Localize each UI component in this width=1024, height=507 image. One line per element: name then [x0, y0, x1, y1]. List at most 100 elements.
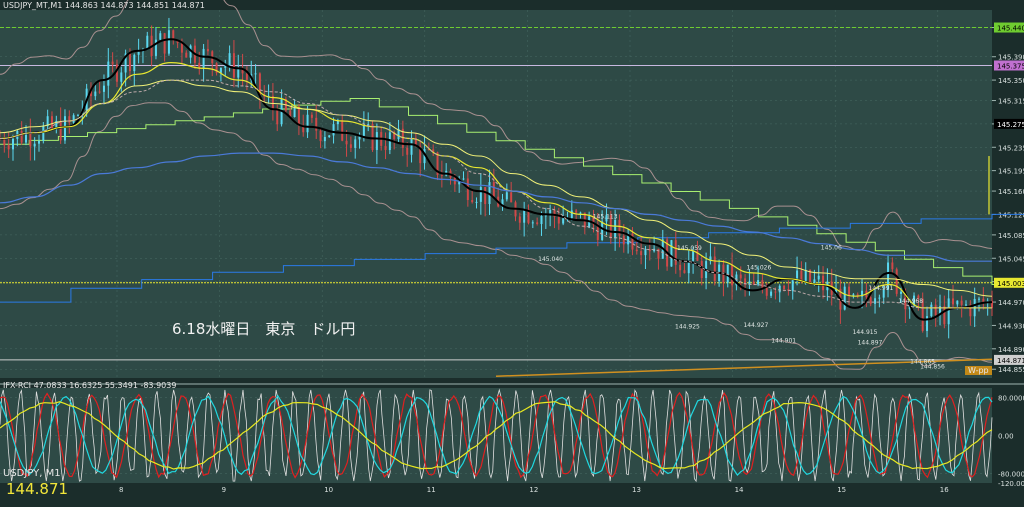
candle-body	[878, 297, 881, 299]
candle-body	[692, 251, 695, 261]
price-tag-label: 145.440	[997, 25, 1024, 33]
candle-body	[540, 216, 543, 225]
candle-body	[800, 270, 803, 282]
candle-body	[791, 279, 794, 291]
candle-body	[228, 53, 231, 66]
candle-body	[757, 280, 760, 285]
candle-body	[683, 270, 686, 274]
price-point-label: 145.059	[677, 245, 702, 252]
price-point-label: 145.026	[746, 264, 771, 271]
candle-body	[726, 264, 729, 283]
symbol-label: USDJPY, M1	[3, 468, 61, 479]
candle-body	[544, 215, 547, 217]
candle-body	[37, 140, 40, 144]
candle-body	[947, 298, 950, 325]
y-tick-label: 145.085	[998, 232, 1024, 240]
candle-body	[965, 304, 968, 306]
candle-body	[895, 269, 898, 294]
candle-body	[137, 51, 140, 55]
candle-body	[484, 187, 487, 205]
candle-body	[900, 291, 903, 294]
price-point-label: 144.968	[898, 298, 923, 305]
x-tick-label: 15	[837, 486, 846, 494]
candle-body	[29, 132, 32, 147]
price-tag-label: 145.003	[997, 280, 1024, 288]
candle-body	[332, 124, 335, 136]
candle-body	[891, 262, 894, 270]
candle-body	[219, 67, 222, 73]
rci-y-tick-label: 80.0000	[998, 395, 1024, 403]
candle-body	[362, 125, 365, 136]
candle-body	[774, 291, 777, 293]
y-tick-label: 145.120	[998, 211, 1024, 219]
y-tick-label: 145.350	[998, 77, 1024, 85]
last-price: 144.871	[6, 480, 69, 498]
candle-body	[765, 287, 768, 296]
candle-body	[770, 291, 773, 296]
candle-body	[163, 33, 166, 54]
candle-body	[570, 210, 573, 218]
candle-body	[202, 48, 205, 69]
candle-body	[50, 116, 53, 129]
candle-body	[354, 139, 357, 148]
candle-body	[670, 240, 673, 267]
candle-body	[98, 91, 101, 93]
y-tick-label: 145.315	[998, 98, 1024, 106]
candle-body	[874, 298, 877, 304]
candle-body	[557, 216, 560, 224]
candle-body	[33, 143, 36, 147]
price-point-label: 144.991	[868, 285, 893, 292]
y-tick-label: 144.970	[998, 299, 1024, 307]
candle-body	[440, 174, 443, 176]
candle-body	[713, 256, 716, 282]
candle-body	[159, 33, 162, 40]
candle-body	[410, 138, 413, 155]
rci-y-tick-label: 0.00	[998, 433, 1014, 441]
price-point-label: 145.113	[593, 214, 618, 221]
candle-body	[237, 68, 240, 78]
candle-body	[133, 54, 136, 72]
candle-body	[471, 200, 474, 203]
candle-body	[869, 297, 872, 304]
candle-body	[479, 187, 482, 202]
candle-body	[510, 192, 513, 203]
candle-body	[934, 304, 937, 316]
candle-body	[319, 130, 322, 142]
candle-body	[349, 144, 352, 148]
candle-body	[120, 72, 123, 82]
candle-body	[185, 52, 188, 58]
candle-body	[674, 240, 677, 265]
candle-body	[778, 285, 781, 293]
x-tick-label: 14	[735, 486, 744, 494]
candle-body	[20, 130, 23, 143]
candle-body	[618, 219, 621, 236]
candle-body	[245, 73, 248, 80]
price-point-label: 144.901	[771, 337, 796, 344]
candle-body	[198, 62, 201, 69]
candle-body	[462, 178, 465, 180]
indicator-header: IFX-RCI 47.0833 16.6325 55.3491 -83.9039	[3, 381, 177, 390]
y-tick-label: 144.930	[998, 322, 1024, 330]
candle-body	[822, 275, 825, 291]
candle-body	[328, 135, 331, 138]
candle-body	[731, 264, 734, 286]
candle-body	[739, 274, 742, 279]
candle-body	[406, 147, 409, 155]
candle-body	[315, 117, 318, 131]
candle-body	[930, 304, 933, 317]
candle-body	[180, 42, 183, 53]
candle-body	[575, 210, 578, 213]
candle-body	[505, 192, 508, 200]
price-point-label: 145.040	[538, 256, 563, 263]
candle-body	[475, 201, 478, 203]
candle-body	[635, 249, 638, 252]
candle-body	[7, 145, 10, 150]
price-point-label: 145.06	[821, 244, 842, 251]
candle-body	[956, 300, 959, 305]
x-tick-label: 13	[632, 486, 641, 494]
price-tag-label: 144.871	[997, 357, 1024, 365]
candle-body	[310, 114, 313, 118]
candle-body	[276, 110, 279, 125]
candle-body	[115, 64, 118, 82]
y-tick-label: 144.855	[998, 366, 1024, 374]
